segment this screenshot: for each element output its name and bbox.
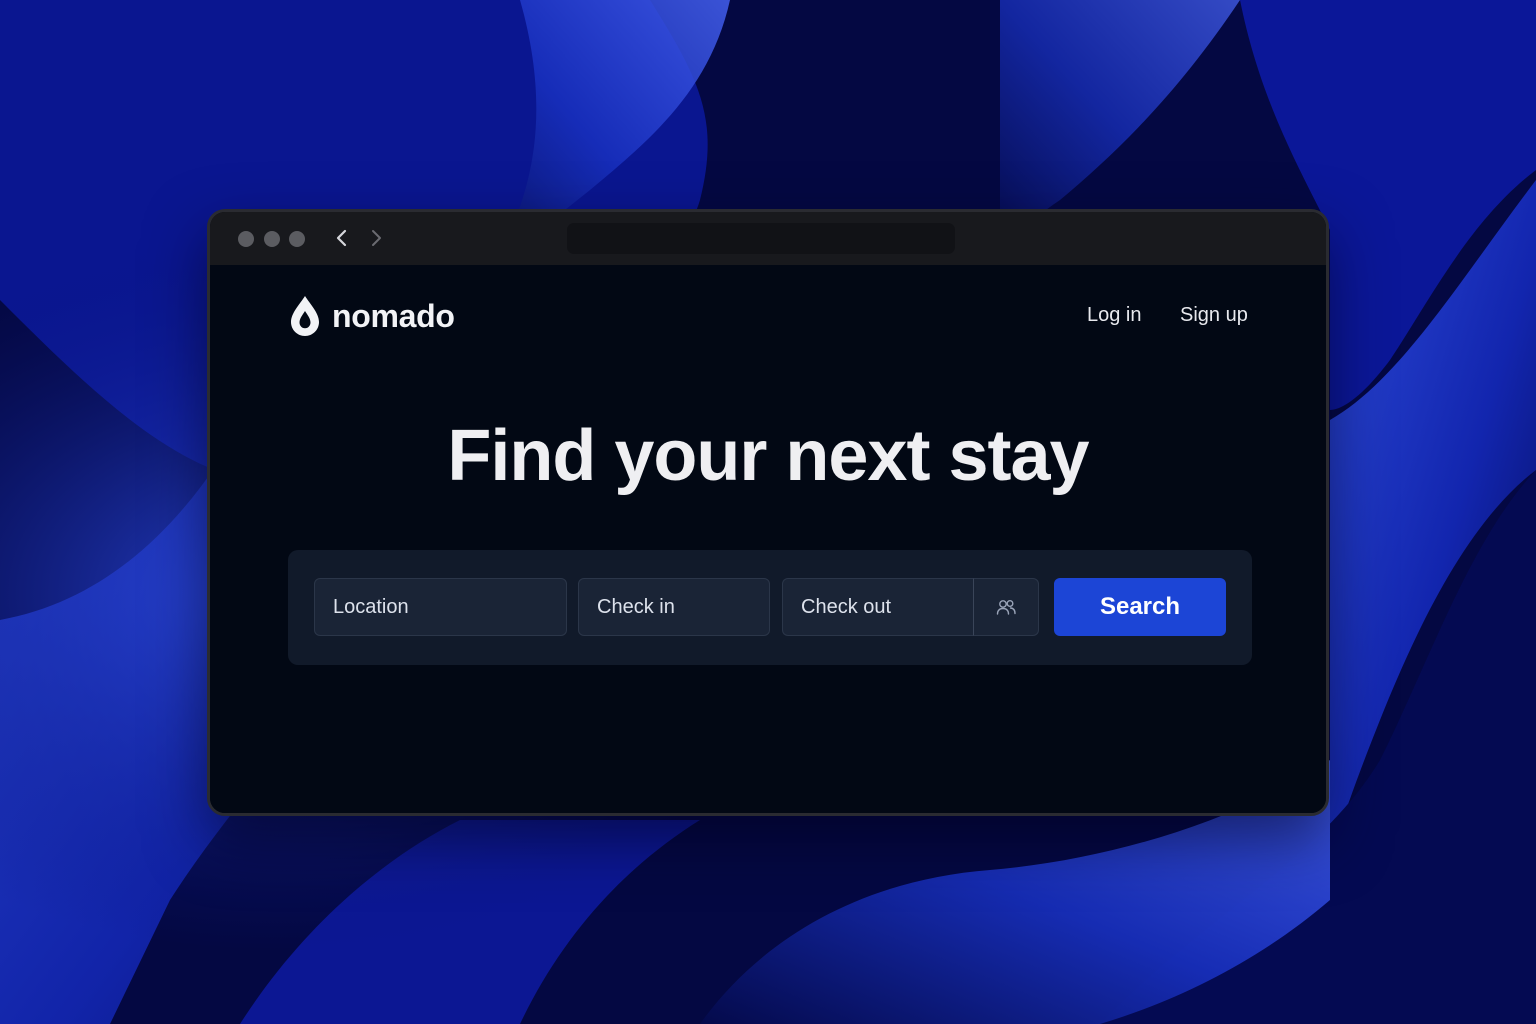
chevron-right-icon — [372, 230, 381, 246]
guests-icon — [996, 600, 1016, 615]
location-input[interactable] — [314, 578, 567, 636]
forward-button[interactable] — [363, 225, 389, 251]
chevron-left-icon — [336, 229, 347, 247]
search-panel: Search — [288, 550, 1252, 665]
page-content: nomado Log in Sign up Find your next sta… — [210, 265, 1326, 813]
guests-selector[interactable] — [973, 578, 1039, 636]
brand-logo[interactable]: nomado — [288, 292, 455, 340]
login-link[interactable]: Log in — [1087, 301, 1142, 329]
signup-link[interactable]: Sign up — [1180, 301, 1248, 329]
check-in-input[interactable] — [578, 578, 770, 636]
maximize-window-button[interactable] — [289, 231, 305, 247]
check-out-input[interactable] — [782, 578, 974, 636]
search-button[interactable]: Search — [1054, 578, 1226, 636]
browser-window: nomado Log in Sign up Find your next sta… — [207, 209, 1329, 816]
brand-name: nomado — [332, 297, 455, 334]
back-button[interactable] — [329, 225, 355, 251]
page-title: Find your next stay — [447, 416, 1089, 496]
droplet-icon — [291, 296, 319, 336]
address-bar[interactable] — [567, 223, 955, 254]
close-window-button[interactable] — [238, 231, 254, 247]
minimize-window-button[interactable] — [264, 231, 280, 247]
browser-titlebar — [210, 212, 1326, 265]
